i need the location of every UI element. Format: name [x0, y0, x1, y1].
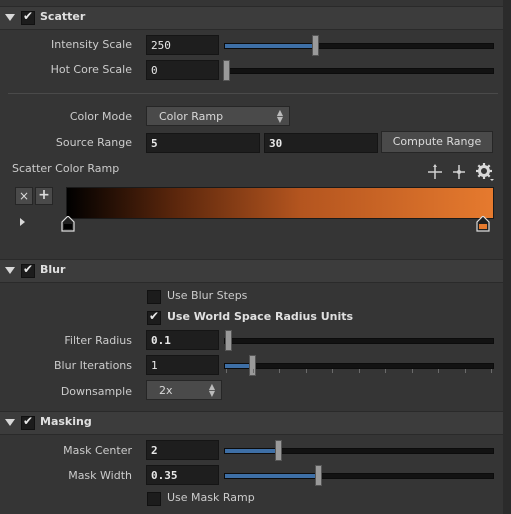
slider-tick — [305, 369, 307, 373]
hot-core-scale-slider-handle[interactable] — [223, 60, 230, 81]
intensity-scale-slider-handle[interactable] — [312, 35, 319, 56]
add-key-button[interactable]: + — [35, 187, 53, 205]
blur-enable-checkbox[interactable]: ✔ — [21, 262, 35, 278]
source-range-min-field[interactable]: 5 — [146, 133, 260, 153]
mask-center-label: Mask Center — [63, 444, 132, 457]
masking-title: Masking — [40, 415, 92, 428]
insert-key-icon[interactable] — [451, 164, 467, 180]
scatter-enable-checkbox[interactable]: ✔ — [21, 9, 35, 25]
use-world-space-checkbox[interactable]: ✔ — [147, 309, 161, 325]
remove-key-button[interactable]: × — [15, 187, 33, 205]
mask-center-field[interactable]: 2 — [146, 440, 219, 460]
mask-width-slider-fill — [225, 474, 317, 478]
ramp-key-end[interactable] — [475, 216, 491, 232]
source-range-max-field[interactable]: 30 — [264, 133, 378, 153]
blur-iterations-field[interactable]: 1 — [146, 355, 219, 375]
color-mode-value: Color Ramp — [159, 110, 224, 123]
mask-width-field[interactable]: 0.35 — [146, 465, 219, 485]
slider-tick — [464, 369, 466, 373]
use-mask-ramp-checkbox[interactable] — [147, 492, 161, 506]
blur-iterations-label: Blur Iterations — [54, 359, 132, 372]
updown-arrows-icon: ▲ ▼ — [208, 382, 216, 398]
color-ramp-gradient[interactable] — [66, 187, 494, 219]
intensity-scale-slider-fill — [225, 44, 314, 48]
intensity-scale-field[interactable]: 250 — [146, 35, 219, 55]
intensity-scale-slider[interactable] — [224, 43, 494, 49]
scrollbar[interactable] — [503, 0, 511, 514]
blur-title: Blur — [40, 263, 66, 276]
hot-core-scale-slider[interactable] — [224, 68, 494, 74]
slider-tick — [226, 369, 227, 373]
hot-core-scale-label: Hot Core Scale — [50, 63, 132, 76]
scatter-section-header[interactable]: ✔ Scatter — [0, 6, 503, 30]
slider-tick — [438, 369, 439, 373]
filter-radius-field[interactable]: 0.1 — [146, 330, 219, 350]
slider-tick — [491, 369, 492, 373]
color-mode-dropdown[interactable]: Color Ramp ▲ ▼ — [146, 106, 290, 126]
masking-enable-checkbox[interactable]: ✔ — [21, 414, 35, 430]
hot-core-scale-field[interactable]: 0 — [146, 60, 219, 80]
filter-radius-slider-handle[interactable] — [225, 330, 232, 351]
use-blur-steps-checkbox[interactable] — [147, 290, 161, 304]
slider-tick — [332, 369, 333, 373]
downsample-dropdown[interactable]: 2x ▲ ▼ — [146, 380, 222, 400]
compute-range-button[interactable]: Compute Range — [381, 131, 493, 153]
use-mask-ramp-label: Use Mask Ramp — [167, 491, 255, 504]
scatter-title: Scatter — [40, 10, 86, 23]
slider-tick — [279, 369, 280, 373]
expand-ramp-triangle-icon[interactable] — [20, 218, 25, 226]
mask-width-slider-handle[interactable] — [315, 465, 322, 486]
updown-arrows-icon: ▲ ▼ — [276, 108, 284, 124]
collapse-triangle-icon[interactable] — [5, 14, 15, 21]
slider-tick — [411, 369, 413, 373]
source-range-label: Source Range — [55, 136, 132, 149]
slider-tick — [385, 369, 386, 373]
ramp-key-start[interactable] — [60, 216, 76, 232]
blur-section-header[interactable]: ✔ Blur — [0, 259, 503, 283]
mask-center-slider[interactable] — [224, 448, 494, 454]
blur-iterations-slider-fill — [225, 364, 251, 368]
masking-section-header[interactable]: ✔ Masking — [0, 411, 503, 435]
slider-tick — [252, 369, 254, 373]
use-world-space-label: Use World Space Radius Units — [167, 310, 354, 323]
filter-radius-label: Filter Radius — [64, 334, 132, 347]
color-mode-label: Color Mode — [69, 110, 132, 123]
move-keys-icon[interactable] — [427, 164, 443, 180]
downsample-value: 2x — [159, 384, 173, 397]
downsample-label: Downsample — [60, 385, 132, 398]
slider-tick — [358, 369, 360, 373]
mask-width-slider[interactable] — [224, 473, 494, 479]
scatter-color-ramp-label: Scatter Color Ramp — [12, 162, 120, 175]
intensity-scale-label: Intensity Scale — [51, 38, 132, 51]
mask-center-slider-fill — [225, 449, 277, 453]
mask-center-slider-handle[interactable] — [275, 440, 282, 461]
collapse-triangle-icon[interactable] — [5, 267, 15, 274]
filter-radius-slider[interactable] — [224, 338, 494, 344]
separator — [8, 93, 498, 94]
use-blur-steps-label: Use Blur Steps — [167, 289, 248, 302]
collapse-triangle-icon[interactable] — [5, 419, 15, 426]
mask-width-label: Mask Width — [68, 469, 132, 482]
gear-icon[interactable] — [475, 162, 495, 182]
